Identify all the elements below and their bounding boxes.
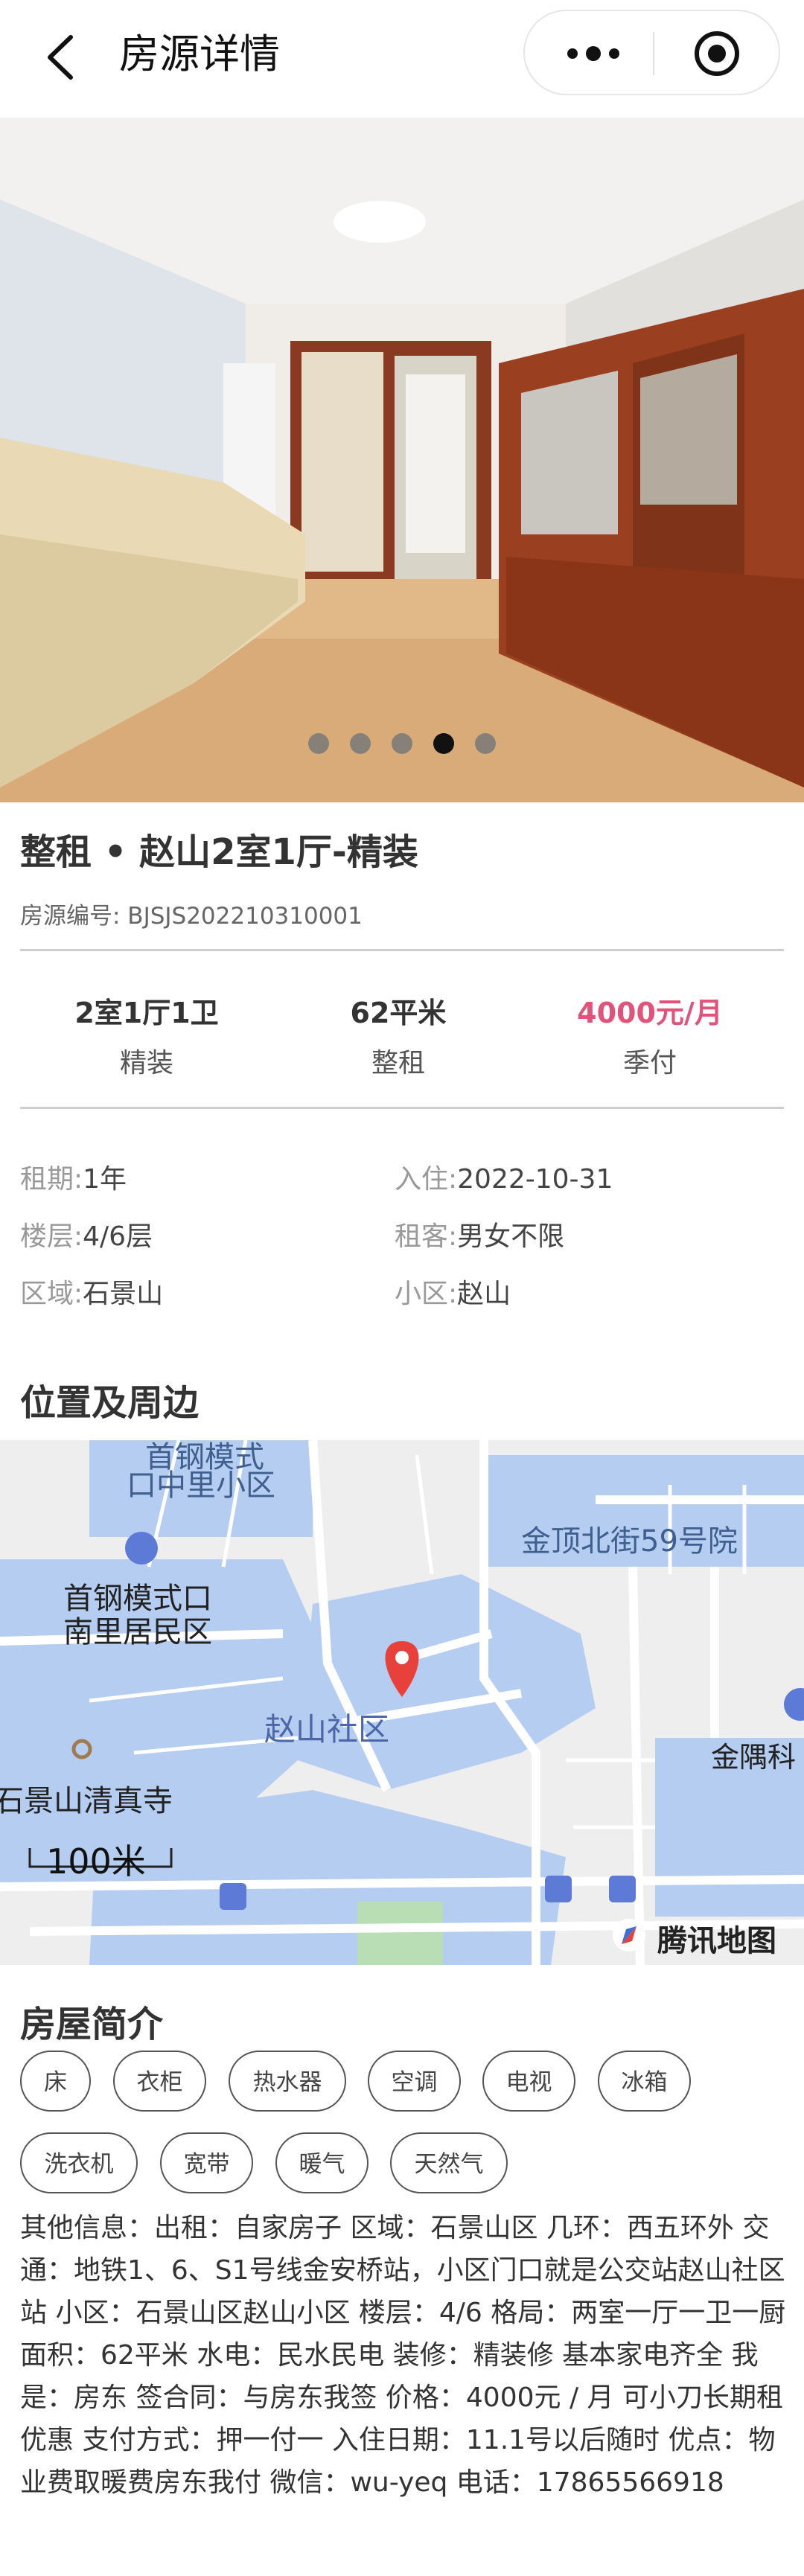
detail-value: 1年 (83, 1164, 127, 1195)
amenity-tag: 空调 (368, 2051, 461, 2112)
listing-code: 房源编号: BJSJS202210310001 (20, 903, 363, 930)
amenity-tag: 衣柜 (113, 2051, 206, 2112)
detail-label: 租期: (20, 1164, 83, 1195)
amenity-tag: 电视 (482, 2051, 575, 2112)
stat-value-price: 4000元/月 (577, 997, 723, 1029)
listing-title: 整租 • 赵山2室1厅-精装 (20, 831, 418, 873)
page-title: 房源详情 (119, 31, 280, 77)
carousel-dot-active[interactable] (433, 733, 454, 754)
amenity-tag: 床 (20, 2051, 91, 2112)
amenity-tag: 宽带 (160, 2132, 253, 2193)
detail-tenant: 租客:男女不限 (395, 1215, 564, 1253)
capsule-divider (653, 32, 654, 75)
detail-label: 小区: (395, 1279, 458, 1309)
more-options-icon[interactable] (564, 41, 623, 66)
stat-area: 62平米 整租 (287, 990, 510, 1080)
detail-checkin: 入住:2022-10-31 (395, 1157, 613, 1196)
back-arrow-icon[interactable] (41, 31, 86, 83)
detail-lease: 租期:1年 (20, 1157, 127, 1196)
carousel-indicator (0, 733, 804, 755)
map-label: 金顶北街59号院 (521, 1524, 738, 1559)
map-label: 金隅科 (711, 1741, 797, 1774)
amenity-tag: 暖气 (275, 2132, 368, 2193)
carousel-dot[interactable] (308, 733, 329, 754)
close-miniprogram-icon[interactable] (692, 29, 741, 78)
map-scale-label: 100米 (46, 1841, 146, 1882)
carousel-dot[interactable] (392, 733, 412, 754)
location-map[interactable]: 首钢模式 口中里小区 金顶北街59号院 首钢模式口 南里居民区 赵山社区 金隅科… (0, 1440, 804, 1965)
detail-area: 区域:石景山 (20, 1272, 163, 1311)
detail-label: 入住: (395, 1164, 458, 1195)
divider (20, 1107, 784, 1109)
stat-sub: 整租 (371, 1048, 425, 1078)
room-photo (0, 118, 804, 802)
amenity-tag: 热水器 (229, 2051, 346, 2112)
detail-label: 楼层: (20, 1221, 83, 1252)
photo-carousel[interactable] (0, 118, 804, 802)
map-label: 赵山社区 (264, 1711, 390, 1748)
map-label: 石景山清真寺 (0, 1784, 173, 1818)
detail-value: 男女不限 (457, 1221, 565, 1252)
map-label: 口中里小区 (127, 1468, 275, 1503)
amenity-tag: 洗衣机 (20, 2132, 138, 2193)
detail-community: 小区:赵山 (395, 1272, 511, 1311)
stat-sub: 季付 (622, 1048, 677, 1078)
divider (20, 949, 784, 951)
stat-value: 62平米 (350, 997, 447, 1029)
carousel-dot[interactable] (350, 733, 371, 754)
stat-value: 2室1厅1卫 (74, 997, 219, 1029)
amenity-tag: 冰箱 (598, 2051, 691, 2112)
detail-label: 租客: (395, 1221, 458, 1252)
detail-value: 石景山 (83, 1279, 164, 1309)
detail-value: 赵山 (457, 1279, 511, 1309)
navigation-bar: 房源详情 (0, 0, 804, 115)
miniprogram-capsule (523, 10, 780, 95)
section-title-location: 位置及周边 (20, 1382, 200, 1424)
amenity-tag: 天然气 (390, 2132, 508, 2193)
listing-description: 其他信息：出租：自家房子 区域：石景山区 几环：西五环外 交通：地铁1、6、S1… (20, 2213, 786, 2498)
section-title-intro: 房屋简介 (20, 2004, 164, 2045)
stat-price: 4000元/月 季付 (538, 990, 762, 1080)
stat-sub: 精装 (119, 1048, 173, 1078)
map-label: 南里居民区 (63, 1615, 212, 1649)
map-brand: 腾讯地图 (657, 1924, 776, 1958)
stat-layout: 2室1厅1卫 精装 (35, 990, 258, 1080)
carousel-dot[interactable] (475, 733, 496, 754)
detail-floor: 楼层:4/6层 (20, 1215, 153, 1253)
detail-label: 区域: (20, 1279, 83, 1309)
detail-value: 4/6层 (83, 1221, 153, 1252)
detail-value: 2022-10-31 (457, 1164, 613, 1195)
